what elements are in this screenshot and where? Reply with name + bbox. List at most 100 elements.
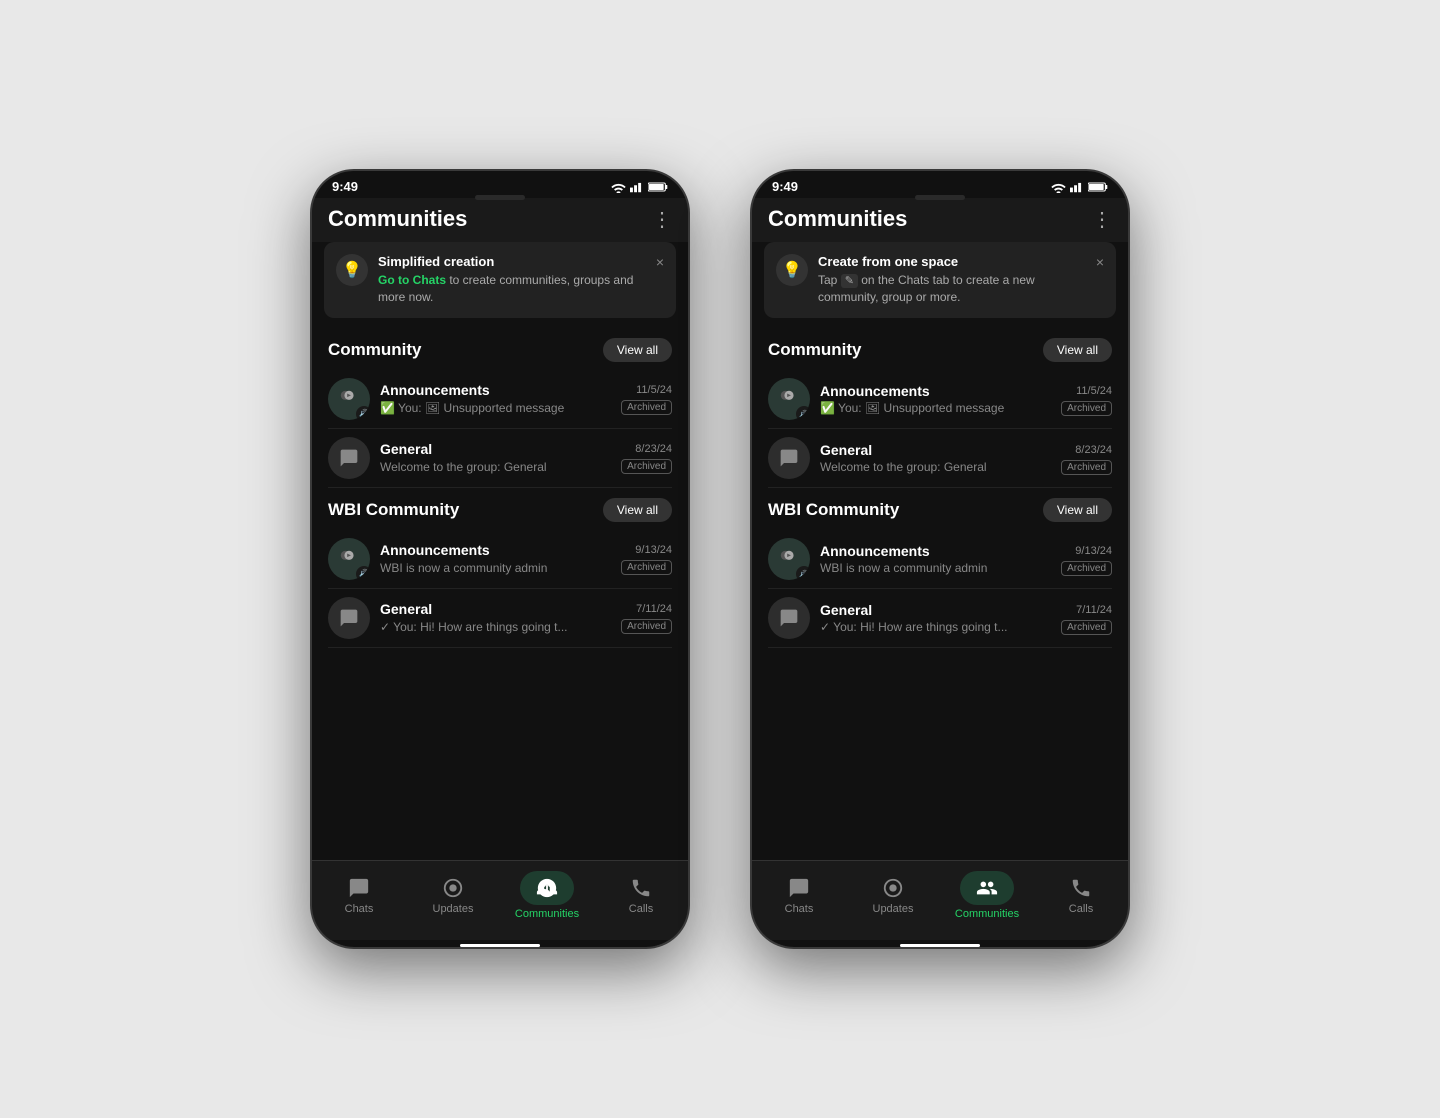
banner-text-prefix-right: Tap [818,273,841,287]
wbi-general-avatar-right [768,597,810,639]
scroll-area-left[interactable]: Community View all 🔊 [312,328,688,860]
communities-icon-bg-left [520,871,574,905]
status-icons-left [611,181,668,193]
wbi-view-all-right[interactable]: View all [1043,498,1112,522]
chat-time: 7/11/24 [636,603,672,615]
nav-chats-left[interactable]: Chats [312,876,406,915]
menu-icon-left[interactable]: ⋮ [652,207,672,232]
app-header-right: Communities ⋮ [752,198,1128,242]
chat-name: Announcements [820,383,930,399]
chat-item[interactable]: 🔊 Announcements 9/13/24 WBI is now a com… [328,530,672,589]
chat-info: General 7/11/24 ✓ You: Hi! How are thing… [380,601,672,634]
chat-item[interactable]: General 8/23/24 Welcome to the group: Ge… [768,429,1112,488]
nav-updates-right[interactable]: Updates [846,876,940,915]
calls-label-right: Calls [1069,903,1093,915]
chat-msg: ✓ You: Hi! How are things going t... [820,620,1055,634]
page-title-left: Communities [328,206,467,232]
spacer-left [312,648,688,848]
banner-left: 💡 Simplified creation Go to Chats to cre… [324,242,676,318]
community-view-all-left[interactable]: View all [603,338,672,362]
chat-item[interactable]: General 8/23/24 Welcome to the group: Ge… [328,429,672,488]
communities-label-left: Communities [515,908,579,920]
communities-label-right: Communities [955,908,1019,920]
signal-icon-left [630,181,644,193]
chat-name: Announcements [380,382,490,398]
banner-text-right: Tap ✎ on the Chats tab to create a new c… [818,272,1086,306]
phone-comparison: 9:49 [310,169,1130,949]
announcements-avatar-left: 🔊 [328,378,370,420]
community-section-header-right: Community View all [768,328,1112,370]
chat-item[interactable]: General 7/11/24 ✓ You: Hi! How are thing… [328,589,672,648]
banner-icon-left: 💡 [336,254,368,286]
scroll-area-right[interactable]: Community View all 🔊 [752,328,1128,860]
chat-info: General 8/23/24 Welcome to the group: Ge… [820,442,1112,475]
wbi-section-right: WBI Community View all 🔊 [752,488,1128,648]
chat-item[interactable]: 🔊 Announcements 11/5/24 ✅ You: 🖼 Unsuppo… [328,370,672,429]
wifi-icon-left [611,181,626,193]
chat-info: Announcements 9/13/24 WBI is now a commu… [820,543,1112,576]
wbi-announcements-avatar-left: 🔊 [328,538,370,580]
archived-badge: Archived [1061,401,1112,416]
community-section-title-left: Community [328,340,422,360]
announcement-icon [778,548,800,570]
battery-icon-right [1088,181,1108,193]
wbi-section-title-right: WBI Community [768,500,899,520]
nav-indicator-right [900,944,980,947]
archived-badge: Archived [621,560,672,575]
nav-updates-left[interactable]: Updates [406,876,500,915]
banner-title-right: Create from one space [818,254,1086,269]
wbi-section-header-right: WBI Community View all [768,488,1112,530]
chat-item[interactable]: General 7/11/24 ✓ You: Hi! How are thing… [768,589,1112,648]
status-time-left: 9:49 [332,179,358,194]
wbi-general-avatar-left [328,597,370,639]
battery-icon-left [648,181,668,193]
chat-name: General [380,601,432,617]
wbi-view-all-left[interactable]: View all [603,498,672,522]
chats-icon-right [787,876,811,900]
general-chat-icon [339,448,359,468]
archived-badge: Archived [1061,620,1112,635]
general-chat-icon [779,608,799,628]
community-view-all-right[interactable]: View all [1043,338,1112,362]
wbi-section-title-left: WBI Community [328,500,459,520]
chat-item[interactable]: 🔊 Announcements 9/13/24 WBI is now a com… [768,530,1112,589]
updates-label-right: Updates [873,903,914,915]
status-time-right: 9:49 [772,179,798,194]
nav-communities-right[interactable]: Communities [940,871,1034,920]
calls-label-left: Calls [629,903,653,915]
community-section-left: Community View all 🔊 [312,328,688,488]
megaphone-badge: 🔊 [356,406,370,420]
archived-badge: Archived [621,459,672,474]
banner-icon-embed-right: ✎ [841,274,858,288]
nav-calls-left[interactable]: Calls [594,876,688,915]
chat-item[interactable]: 🔊 Announcements 11/5/24 ✅ You: 🖼 Unsuppo… [768,370,1112,429]
status-bar-left: 9:49 [312,171,688,198]
communities-icon-bg-right [960,871,1014,905]
spacer-right [752,648,1128,848]
wifi-icon-right [1051,181,1066,193]
banner-close-left[interactable]: × [656,254,664,270]
calls-icon-right [1069,876,1093,900]
archived-badge: Archived [1061,561,1112,576]
banner-close-right[interactable]: × [1096,254,1104,270]
chat-name: General [820,442,872,458]
nav-chats-right[interactable]: Chats [752,876,846,915]
chats-icon-left [347,876,371,900]
megaphone-badge: 🔊 [796,406,810,420]
chat-info: General 8/23/24 Welcome to the group: Ge… [380,441,672,474]
phone-left: 9:49 [310,169,690,949]
nav-communities-left[interactable]: Communities [500,871,594,920]
announcement-icon [338,388,360,410]
signal-icon-right [1070,181,1084,193]
speaker-right [915,195,965,200]
communities-icon-right [976,877,998,899]
banner-right: 💡 Create from one space Tap ✎ on the Cha… [764,242,1116,318]
chat-msg: WBI is now a community admin [380,561,615,575]
general-avatar-left [328,437,370,479]
nav-calls-right[interactable]: Calls [1034,876,1128,915]
chat-time: 8/23/24 [1075,444,1112,456]
general-chat-icon [779,448,799,468]
announcements-avatar-right: 🔊 [768,378,810,420]
menu-icon-right[interactable]: ⋮ [1092,207,1112,232]
banner-link-left[interactable]: Go to Chats [378,273,446,287]
